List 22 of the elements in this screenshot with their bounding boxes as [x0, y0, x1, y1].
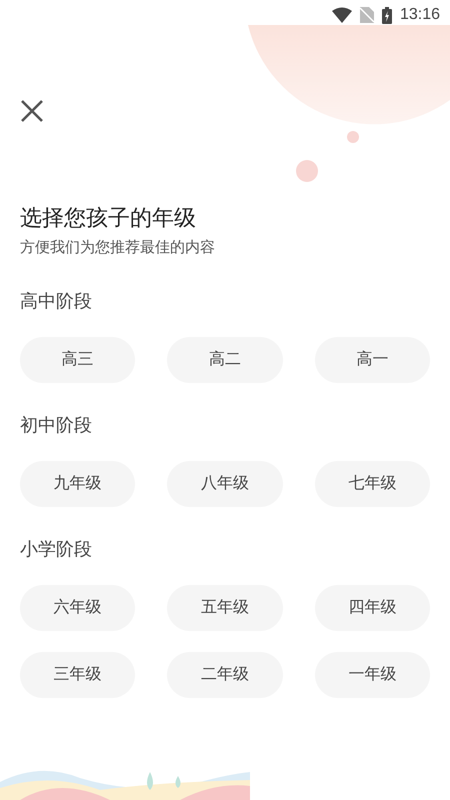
grade-option[interactable]: 高三 [20, 337, 136, 383]
grade-option[interactable]: 二年级 [167, 652, 283, 698]
grade-option[interactable]: 九年级 [20, 461, 136, 507]
grade-option[interactable]: 高一 [314, 337, 430, 383]
grade-option[interactable]: 高二 [167, 337, 283, 383]
grade-option[interactable]: 一年级 [314, 652, 430, 698]
no-sim-icon [360, 7, 374, 23]
grade-option[interactable]: 三年级 [20, 652, 136, 698]
grade-option[interactable]: 五年级 [167, 585, 283, 631]
section-label: 初中阶段 [20, 414, 93, 437]
page-subtitle: 方便我们为您推荐最佳的内容 [20, 238, 216, 258]
grade-option[interactable]: 八年级 [167, 461, 283, 507]
page-title: 选择您孩子的年级 [20, 204, 197, 232]
wifi-icon [332, 7, 352, 23]
battery-charging-icon [382, 6, 392, 24]
section-label: 小学阶段 [20, 538, 93, 561]
grade-option[interactable]: 六年级 [20, 585, 136, 631]
grade-option[interactable]: 四年级 [314, 585, 430, 631]
section-label: 高中阶段 [20, 290, 93, 313]
grade-option[interactable]: 七年级 [314, 461, 430, 507]
close-icon [20, 99, 44, 123]
status-time: 13:16 [400, 5, 440, 25]
